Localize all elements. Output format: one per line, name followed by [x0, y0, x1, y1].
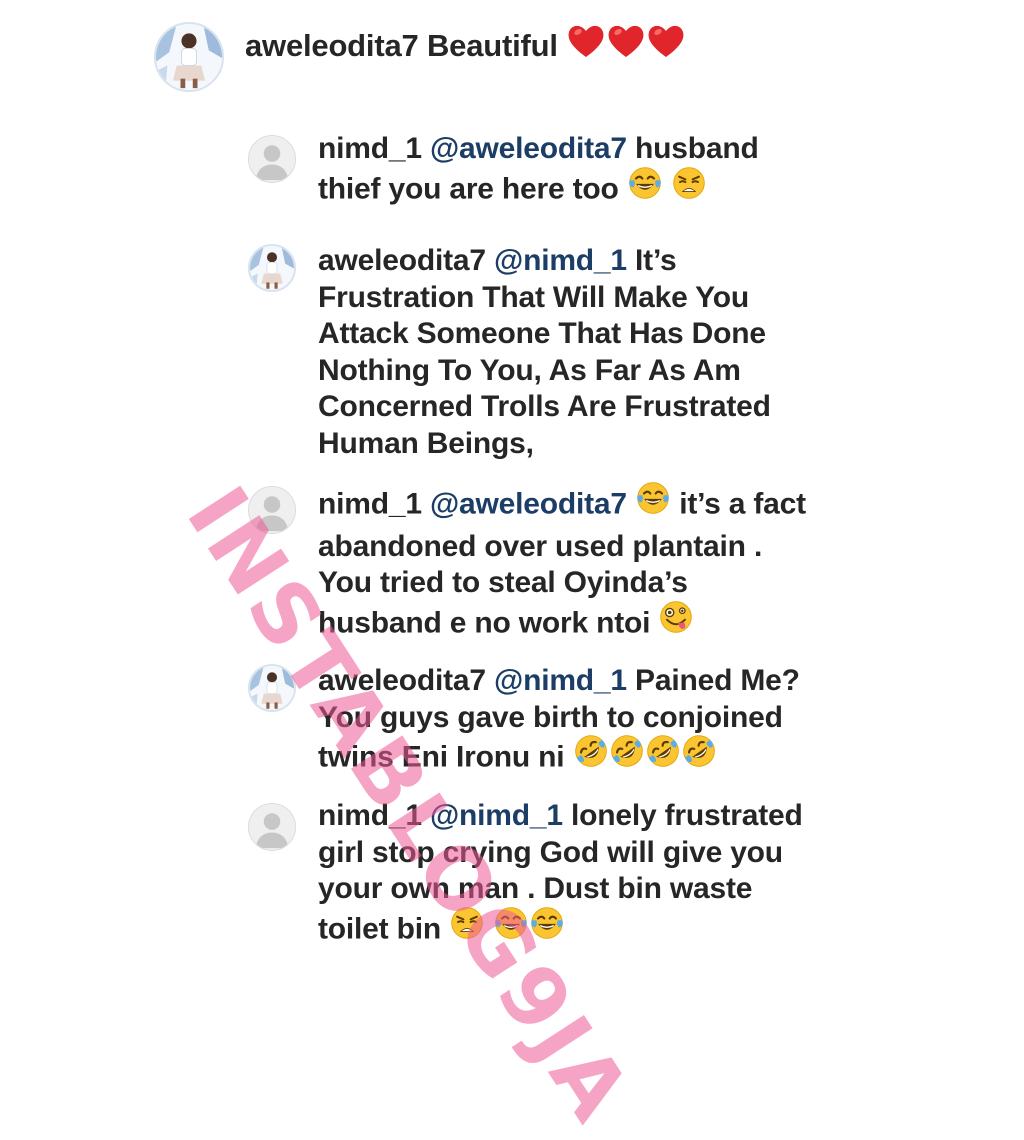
reply-item: nimd_1 @aweleodita7 husband thief you ar… — [0, 125, 1024, 215]
profile-photo-icon — [156, 24, 222, 90]
comment-text: aweleodita7 @nimd_1 Pained Me? You guys … — [318, 663, 878, 782]
comment-body: Frustration That Will Make You — [318, 280, 749, 314]
reply-item: nimd_1 @nimd_1 lonely frustrated girl st… — [0, 795, 1024, 965]
heart-icon — [566, 21, 606, 69]
laughing-tears-icon — [627, 165, 663, 211]
comment-text: nimd_1 @aweleodita7 it’s a fact abandone… — [318, 483, 878, 647]
comment-body: girl stop crying God will give you — [318, 835, 783, 869]
comment-username[interactable]: nimd_1 — [318, 799, 422, 832]
rofl-icon — [681, 733, 717, 779]
mention-link[interactable]: @nimd_1 — [430, 799, 563, 832]
zany-face-icon — [658, 599, 694, 645]
comment-body: Human Beings, — [318, 426, 534, 460]
mention-link[interactable]: @nimd_1 — [494, 664, 627, 697]
mention-link[interactable]: @nimd_1 — [494, 244, 627, 277]
comment-body: You guys gave birth to conjoined — [318, 700, 783, 734]
comment-body: Nothing To You, As Far As Am — [318, 353, 741, 387]
comment-body: You tried to steal Oyinda’s — [318, 566, 688, 599]
reply-item: aweleodita7 @nimd_1 Pained Me? You guys … — [0, 660, 1024, 790]
comment-text: aweleodita7 @nimd_1 It’s Frustration Tha… — [318, 243, 878, 462]
comment-text: nimd_1 @aweleodita7 husband thief you ar… — [318, 131, 878, 213]
comment-username[interactable]: aweleodita7 — [245, 28, 419, 63]
comment-body: It’s — [635, 244, 677, 277]
reply-item: aweleodita7 @nimd_1 It’s Frustration Tha… — [0, 238, 1024, 468]
rofl-icon — [573, 733, 609, 779]
comment-username[interactable]: nimd_1 — [318, 132, 422, 165]
reply-item: nimd_1 @aweleodita7 it’s a fact abandone… — [0, 480, 1024, 650]
profile-photo-icon — [250, 246, 294, 290]
avatar[interactable] — [248, 135, 296, 183]
laughing-tears-icon — [529, 905, 565, 951]
comment-item: aweleodita7 Beautiful — [0, 0, 1024, 110]
comment-body: Concerned Trolls Are Frustrated — [318, 390, 771, 423]
weary-face-icon — [449, 905, 485, 951]
default-avatar-icon — [249, 487, 295, 533]
comment-body: abandoned over used plantain . — [318, 529, 763, 563]
comment-body: twins Eni Ironu ni — [318, 740, 565, 774]
comment-body: your own man . Dust bin waste — [318, 872, 753, 905]
comment-body: thief you are here too — [318, 172, 619, 206]
comment-body: it’s a fact — [679, 487, 806, 521]
comment-text: aweleodita7 Beautiful — [245, 24, 965, 72]
avatar[interactable] — [248, 244, 296, 292]
rofl-icon — [645, 733, 681, 779]
comment-body: lonely frustrated — [571, 799, 803, 832]
rofl-icon — [609, 733, 645, 779]
heart-icon — [606, 21, 646, 69]
avatar[interactable] — [154, 22, 224, 92]
weary-face-icon — [671, 165, 707, 211]
comment-username[interactable]: aweleodita7 — [318, 664, 486, 697]
comment-body: Beautiful — [426, 28, 558, 64]
comment-username[interactable]: aweleodita7 — [318, 244, 486, 277]
laughing-tears-icon — [635, 480, 671, 526]
comment-body: toilet bin — [318, 912, 441, 946]
mention-link[interactable]: @aweleodita7 — [430, 488, 627, 521]
comment-text: nimd_1 @nimd_1 lonely frustrated girl st… — [318, 798, 878, 953]
mention-link[interactable]: @aweleodita7 — [430, 132, 627, 165]
comment-body: Attack Someone That Has Done — [318, 317, 766, 350]
laughing-tears-icon — [493, 905, 529, 951]
avatar[interactable] — [248, 803, 296, 851]
default-avatar-icon — [249, 804, 295, 850]
default-avatar-icon — [249, 136, 295, 182]
comment-username[interactable]: nimd_1 — [318, 488, 422, 521]
profile-photo-icon — [250, 666, 294, 710]
avatar[interactable] — [248, 486, 296, 534]
avatar[interactable] — [248, 664, 296, 712]
heart-icon — [646, 21, 686, 69]
comment-body: Pained Me? — [635, 664, 800, 697]
comment-body: husband e no work ntoi — [318, 606, 651, 640]
comment-body: husband — [635, 132, 759, 165]
